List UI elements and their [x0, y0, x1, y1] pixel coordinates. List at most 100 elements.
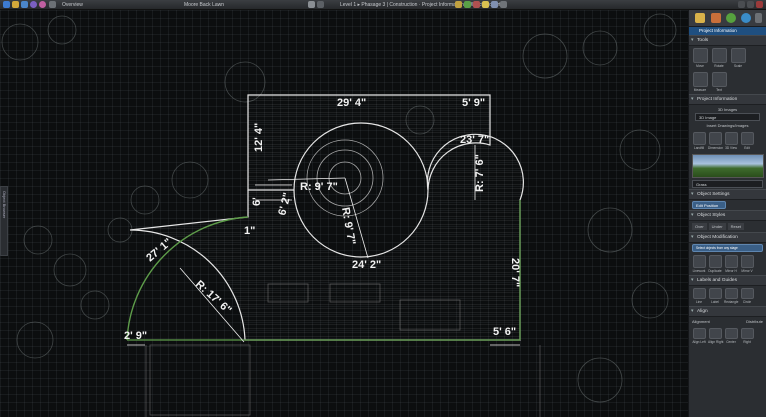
app-logo-icon[interactable] [3, 1, 10, 8]
tools-row-2: Measure Text [689, 70, 766, 94]
images-section: 3D Images 3D Image Insert Drawings/Image… [689, 105, 766, 130]
line-button[interactable] [692, 288, 706, 299]
pencil-icon[interactable] [695, 13, 705, 23]
dim-left-vertical[interactable]: 12' 4" [253, 123, 265, 152]
dim-top-right[interactable]: 5' 9" [462, 97, 485, 109]
style-under[interactable]: Under [708, 223, 726, 230]
3d-view-button[interactable] [724, 132, 738, 145]
circle-button[interactable] [740, 288, 754, 299]
text-button[interactable] [711, 72, 727, 87]
folder-icon[interactable] [12, 1, 19, 8]
dimension-button[interactable] [708, 132, 722, 145]
rectangle-button[interactable] [724, 288, 738, 299]
style-reset[interactable]: Reset [727, 223, 745, 230]
labels-row: Line Label Rectangle Circle [689, 286, 766, 306]
dimension-tool-icon[interactable] [455, 1, 462, 8]
style-over[interactable]: Over [692, 223, 707, 230]
terrain-tool-icon[interactable] [473, 1, 480, 8]
mirror-h-button[interactable] [724, 255, 738, 268]
patio-outline[interactable] [126, 94, 524, 341]
mirror-v-button[interactable] [740, 255, 754, 268]
globe-icon[interactable] [741, 13, 751, 23]
edit-button[interactable] [740, 132, 754, 145]
menu-icon[interactable] [755, 13, 762, 23]
dim-right-vertical[interactable]: 20' 7" [509, 258, 521, 287]
label-label: Label [711, 300, 719, 304]
tree-icon[interactable] [726, 13, 736, 23]
scale-button[interactable] [730, 48, 746, 63]
undo-icon[interactable] [30, 1, 37, 8]
label-button[interactable] [708, 288, 722, 299]
linework-button[interactable] [692, 255, 706, 268]
tab-overview[interactable]: Overview [62, 1, 83, 9]
section-align[interactable]: Align [689, 306, 766, 317]
scale-label: Scale [734, 64, 742, 68]
dim-one-inch[interactable]: 1" [244, 225, 255, 237]
images-select[interactable]: 3D Image [695, 113, 760, 121]
landfill-button[interactable] [692, 132, 706, 145]
light-tool-icon[interactable] [482, 1, 489, 8]
section-object-styles[interactable]: Object Styles [689, 210, 766, 221]
dim-mid-right[interactable]: 23' 7" [460, 134, 489, 146]
align-right-button[interactable] [708, 328, 722, 339]
style-row: Over Under Reset [689, 221, 766, 232]
duplicate-button[interactable] [708, 255, 722, 268]
dim-r-circle[interactable]: R: 9' 7" [300, 181, 338, 193]
dim-bottom-left[interactable]: 2' 9" [124, 330, 147, 342]
section-project-information[interactable]: Project Information [689, 94, 766, 105]
alignment-label: Alignment [692, 319, 710, 324]
dim-bottom-circle[interactable]: 24' 2" [352, 259, 381, 271]
plant-tool-icon[interactable] [464, 1, 471, 8]
maximize-icon[interactable] [747, 1, 754, 8]
building-icon[interactable] [711, 13, 721, 23]
section-labels-guides[interactable]: Labels and Guides [689, 275, 766, 286]
landfill-label: Landfill [693, 146, 705, 150]
align-right-label: Align Right [708, 340, 724, 344]
section-object-modification[interactable]: Object Modification [689, 232, 766, 243]
move-button[interactable] [692, 48, 708, 63]
edit-label: Edit [744, 146, 750, 150]
section-object-settings[interactable]: Object Settings [689, 189, 766, 200]
sky-select[interactable]: Grass [692, 180, 763, 188]
save-icon[interactable] [21, 1, 28, 8]
rotate-label: Rotate [714, 64, 724, 68]
tab-moore-back-lawn[interactable]: Moore Back Lawn [184, 1, 224, 9]
edit-position-button[interactable]: Edit Position [692, 201, 726, 209]
object-browser-label: Object Browser [2, 191, 7, 219]
align-left-button[interactable] [692, 328, 706, 339]
distribute-right-button[interactable] [740, 328, 754, 339]
minimize-icon[interactable] [738, 1, 745, 8]
view-icon[interactable] [308, 1, 315, 8]
redo-icon[interactable] [39, 1, 46, 8]
align-center-label: Center [726, 340, 736, 344]
panel-toolbar [689, 10, 766, 27]
sky-preview-image[interactable] [692, 154, 764, 178]
dim-bottom-right[interactable]: 5' 6" [493, 326, 516, 338]
measure-button[interactable] [692, 72, 708, 87]
dim-top[interactable]: 29' 4" [337, 97, 366, 109]
object-browser-handle[interactable]: Object Browser [0, 186, 8, 256]
align-row: Align Left Align Right Center Right [689, 326, 766, 346]
section-tools[interactable]: Tools [689, 35, 766, 46]
duplicate-label: Duplicate [708, 269, 722, 273]
site-plan[interactable]: 29' 4" 5' 9" 23' 7" 12' 4" 6' 6' 2" R: 9… [0, 10, 688, 417]
distribute-right-label: Right [743, 340, 751, 344]
mirror-v-label: Mirror V [741, 269, 753, 273]
select-objects-button[interactable]: Select objects from any stage [692, 244, 763, 252]
tools-row-1: Move Rotate Scale [689, 46, 766, 70]
align-center-button[interactable] [724, 328, 738, 339]
drawing-canvas[interactable]: 29' 4" 5' 9" 23' 7" 12' 4" 6' 6' 2" R: 9… [0, 10, 688, 417]
text-label: Text [716, 88, 722, 92]
dim-small-6[interactable]: 6' [251, 197, 263, 206]
text-tool-icon[interactable] [491, 1, 498, 8]
close-icon[interactable] [756, 1, 763, 8]
dim-r-right[interactable]: R: 7' 6" [474, 154, 486, 192]
grid-icon[interactable] [317, 1, 324, 8]
images-label: 3D Images [717, 107, 738, 112]
measure-label: Measure [693, 88, 707, 92]
mirror-h-label: Mirror H [725, 269, 737, 273]
settings-icon[interactable] [500, 1, 507, 8]
rotate-button[interactable] [711, 48, 727, 63]
right-panel: Project Information Tools Move Rotate Sc… [688, 10, 766, 417]
home-icon[interactable] [49, 1, 56, 8]
